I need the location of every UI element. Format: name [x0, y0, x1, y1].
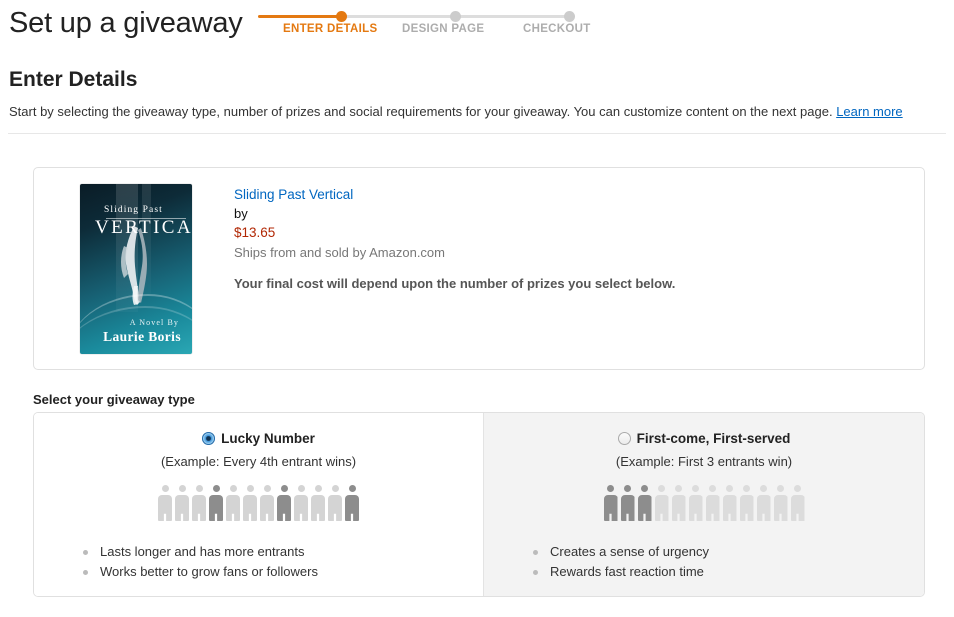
product-cost-note: Your final cost will depend upon the num…	[234, 276, 676, 291]
giveaway-type-label: Select your giveaway type	[33, 392, 195, 407]
progress-tracker: ENTER DETAILS DESIGN PAGE CHECKOUT	[258, 9, 598, 49]
tracker-step-enter-details[interactable]: ENTER DETAILS	[283, 23, 377, 35]
page-title: Set up a giveaway	[9, 7, 243, 39]
tracker-line-pending-1	[340, 15, 454, 18]
list-item: Works better to grow fans or followers	[80, 562, 318, 582]
tracker-dot-enter-details	[336, 11, 347, 22]
list-item: Creates a sense of urgency	[530, 542, 709, 562]
first-come-benefits: Creates a sense of urgency Rewards fast …	[530, 542, 709, 582]
page-header: Set up a giveaway ENTER DETAILS DESIGN P…	[0, 0, 954, 56]
giveaway-setup-page: Set up a giveaway ENTER DETAILS DESIGN P…	[0, 0, 954, 617]
lucky-number-example: (Example: Every 4th entrant wins)	[160, 454, 357, 469]
radio-first-come-first-served[interactable]	[617, 432, 631, 445]
lucky-number-benefits: Lasts longer and has more entrants Works…	[80, 542, 318, 582]
book-cover-image[interactable]: Sliding Past VERTICAL A Novel By Laurie …	[80, 184, 192, 354]
product-shipping-info: Ships from and sold by Amazon.com	[234, 245, 445, 260]
tracker-step-checkout[interactable]: CHECKOUT	[523, 23, 591, 35]
section-intro: Start by selecting the giveaway type, nu…	[9, 103, 903, 121]
giveaway-option-lucky-number[interactable]: Lucky Number (Example: Every 4th entrant…	[34, 413, 483, 596]
list-item: Rewards fast reaction time	[530, 562, 709, 582]
product-title-link[interactable]: Sliding Past Vertical	[234, 185, 675, 204]
tracker-step-design-page[interactable]: DESIGN PAGE	[402, 23, 484, 35]
lucky-number-option-header: Lucky Number	[34, 431, 483, 446]
cover-title-line1: Sliding Past	[104, 205, 163, 215]
first-come-example: (Example: First 3 entrants win)	[615, 454, 793, 469]
section-title: Enter Details	[9, 68, 138, 91]
first-come-label: First-come, First-served	[636, 431, 791, 446]
learn-more-link[interactable]: Learn more	[836, 104, 902, 119]
giveaway-option-first-come-first-served[interactable]: First-come, First-served (Example: First…	[483, 413, 924, 596]
tracker-dot-checkout	[564, 11, 575, 22]
cover-title-line2: VERTICAL	[95, 217, 192, 238]
lucky-number-people-graphic	[34, 481, 483, 521]
intro-text: Start by selecting the giveaway type, nu…	[9, 104, 833, 119]
lucky-number-label: Lucky Number	[221, 431, 315, 446]
cover-author-name: Laurie Boris	[103, 329, 181, 344]
first-come-option-header: First-come, First-served	[484, 431, 924, 446]
header-divider	[8, 133, 946, 134]
first-come-people-graphic	[484, 481, 924, 521]
cover-author-prefix: A Novel By	[129, 318, 179, 327]
radio-lucky-number[interactable]	[202, 432, 216, 445]
tracker-line-completed	[258, 15, 340, 18]
tracker-line-pending-2	[454, 15, 570, 18]
product-card: Sliding Past VERTICAL A Novel By Laurie …	[33, 167, 925, 370]
product-byline: by	[234, 206, 248, 221]
list-item: Lasts longer and has more entrants	[80, 542, 318, 562]
product-info: Sliding Past Vertical by $13.65 Ships fr…	[234, 185, 675, 293]
product-price: $13.65	[234, 225, 276, 240]
giveaway-type-selector: Lucky Number (Example: Every 4th entrant…	[33, 412, 925, 597]
tracker-dot-design-page	[450, 11, 461, 22]
